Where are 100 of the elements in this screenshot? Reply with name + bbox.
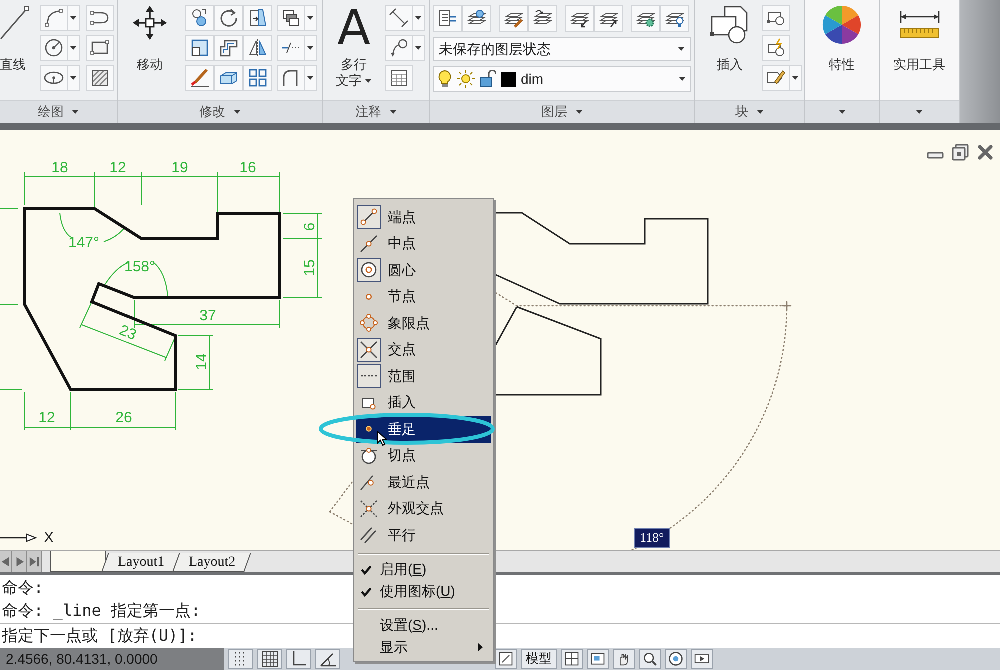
rectangle-button[interactable] <box>86 35 114 61</box>
panel-title-button[interactable]: 注释 <box>323 100 429 123</box>
caret-icon <box>756 110 764 114</box>
sun-icon <box>457 70 475 88</box>
previous-tab-button[interactable] <box>0 551 12 572</box>
layer-gear-button[interactable] <box>631 5 660 32</box>
menu-item[interactable]: 设置(S)... <box>356 614 491 636</box>
slash-square-button[interactable] <box>495 649 517 669</box>
circle-button[interactable] <box>40 35 68 61</box>
ellipse-button[interactable] <box>40 65 68 91</box>
magnifier-button[interactable] <box>639 649 661 669</box>
curved-arrow-icon <box>389 38 409 58</box>
layer-down-arrow-button[interactable] <box>565 5 594 32</box>
dropdown-arrow-button[interactable] <box>305 35 317 61</box>
panel-title-button[interactable]: 绘图 <box>0 100 117 123</box>
dimension-line-button[interactable] <box>385 5 413 31</box>
layer-state-dropdown[interactable]: 未保存的图层状态 <box>433 37 691 61</box>
dropdown-arrow-button[interactable] <box>305 5 317 31</box>
list-button[interactable] <box>433 5 462 32</box>
snap-mode-menu-item[interactable]: 交点 <box>356 336 491 363</box>
padlock-icon <box>480 70 496 88</box>
snap-mode-menu-item[interactable]: 节点 <box>356 284 491 310</box>
two-circles-icon <box>190 8 210 28</box>
model-space-button[interactable]: 模型 <box>521 649 557 669</box>
layer-stack-button[interactable] <box>462 5 491 32</box>
curve-button[interactable] <box>86 5 114 31</box>
snap-mode-menu-item[interactable]: 圆心 <box>356 257 491 284</box>
target-circle-button[interactable] <box>665 649 687 669</box>
right-angle-toggle-button[interactable] <box>286 649 311 669</box>
dimension-text: 14 <box>194 354 210 370</box>
snap-mode-menu-item[interactable]: 端点 <box>356 204 491 230</box>
four-panes-button[interactable] <box>561 649 583 669</box>
grid-toggle-button[interactable] <box>257 649 282 669</box>
polyline-button[interactable] <box>40 5 68 31</box>
line-icon <box>0 5 30 41</box>
restore-button[interactable] <box>952 144 969 161</box>
play-button[interactable] <box>691 649 713 669</box>
checkable-menu-item[interactable]: 使用图标(U) <box>356 580 491 602</box>
hand-button[interactable] <box>613 649 635 669</box>
framed-square-button[interactable] <box>587 649 609 669</box>
dropdown-arrow-button[interactable] <box>68 65 80 91</box>
stretch-button[interactable] <box>243 5 272 31</box>
layout-tab[interactable]: Layout2 <box>172 553 252 572</box>
stepped-outline-button[interactable] <box>214 35 243 61</box>
command-history-line: 命令: <box>2 576 44 598</box>
layer-dropdown[interactable]: dim <box>433 66 691 92</box>
caret-icon <box>415 46 422 50</box>
lightning-shape-button[interactable] <box>762 35 790 61</box>
dropdown-arrow-button[interactable] <box>413 35 425 61</box>
mirrored-triangles-button[interactable] <box>243 35 272 61</box>
rounded-corner-button[interactable] <box>277 65 305 91</box>
last-tab-button[interactable] <box>27 551 42 572</box>
stacked-rectangles-button[interactable] <box>277 5 305 31</box>
brush-button[interactable] <box>185 65 214 91</box>
snap-mode-menu-item[interactable]: 中点 <box>356 230 491 257</box>
table-button[interactable] <box>385 65 413 91</box>
dropdown-arrow-button[interactable] <box>68 5 80 31</box>
caret-icon <box>70 16 77 20</box>
rectangle-circle-button[interactable] <box>762 5 790 31</box>
dropdown-arrow-button[interactable] <box>305 65 317 91</box>
rotate-button[interactable] <box>214 5 243 31</box>
layer-arrow-button[interactable] <box>528 5 557 32</box>
dropdown-arrow-button[interactable] <box>68 35 80 61</box>
snap-mode-menu-item[interactable]: 外观交点 <box>356 496 491 522</box>
dropdown-arrow-button[interactable] <box>413 5 425 31</box>
curved-arrow-button[interactable] <box>385 35 413 61</box>
dropdown-arrow-button[interactable] <box>790 65 802 91</box>
four-squares-button[interactable] <box>243 65 272 91</box>
break-line-button[interactable] <box>277 35 305 61</box>
layer-bulb-button[interactable] <box>660 5 689 32</box>
panel-title-button[interactable]: 块 <box>695 100 804 123</box>
caret-icon <box>838 110 846 114</box>
menu-item[interactable]: 显示 <box>356 636 491 658</box>
dimension-text: 158° <box>124 258 156 276</box>
close-button[interactable] <box>977 144 994 161</box>
two-circles-button[interactable] <box>185 5 214 31</box>
sheet-tab[interactable] <box>50 551 106 572</box>
checkable-menu-item[interactable]: 启用(E) <box>356 558 491 580</box>
dotted-grid-toggle-button[interactable] <box>228 649 253 669</box>
snap-mode-menu-item[interactable]: 象限点 <box>356 310 491 336</box>
angle-arc-toggle-button[interactable] <box>315 649 340 669</box>
next-tab-button[interactable] <box>12 551 27 572</box>
snap-mode-menu-item[interactable]: 平行 <box>356 522 491 548</box>
snap-mode-menu-item[interactable]: 最近点 <box>356 469 491 496</box>
nested-squares-button[interactable] <box>185 35 214 61</box>
coordinates-readout: 2.4566, 80.4131, 0.0000 <box>6 650 158 668</box>
caret-icon <box>679 77 686 81</box>
snap-mode-menu-item[interactable]: 切点 <box>356 442 491 469</box>
layer-up-arrow-button[interactable] <box>594 5 623 32</box>
snap-mode-menu-item[interactable]: 插入 <box>356 390 491 416</box>
panel-title-button[interactable]: 图层 <box>430 100 694 123</box>
dimension-text: 37 <box>200 308 216 324</box>
panel-title-button[interactable]: 修改 <box>118 100 322 123</box>
cube-button[interactable] <box>214 65 243 91</box>
snap-mode-menu-item[interactable]: 范围 <box>356 363 491 390</box>
tag-pencil-button[interactable] <box>762 65 790 91</box>
caret-icon <box>70 46 77 50</box>
layer-brush-button[interactable] <box>499 5 528 32</box>
dimension-text: 6 <box>302 222 318 232</box>
hatch-button[interactable] <box>86 65 114 91</box>
